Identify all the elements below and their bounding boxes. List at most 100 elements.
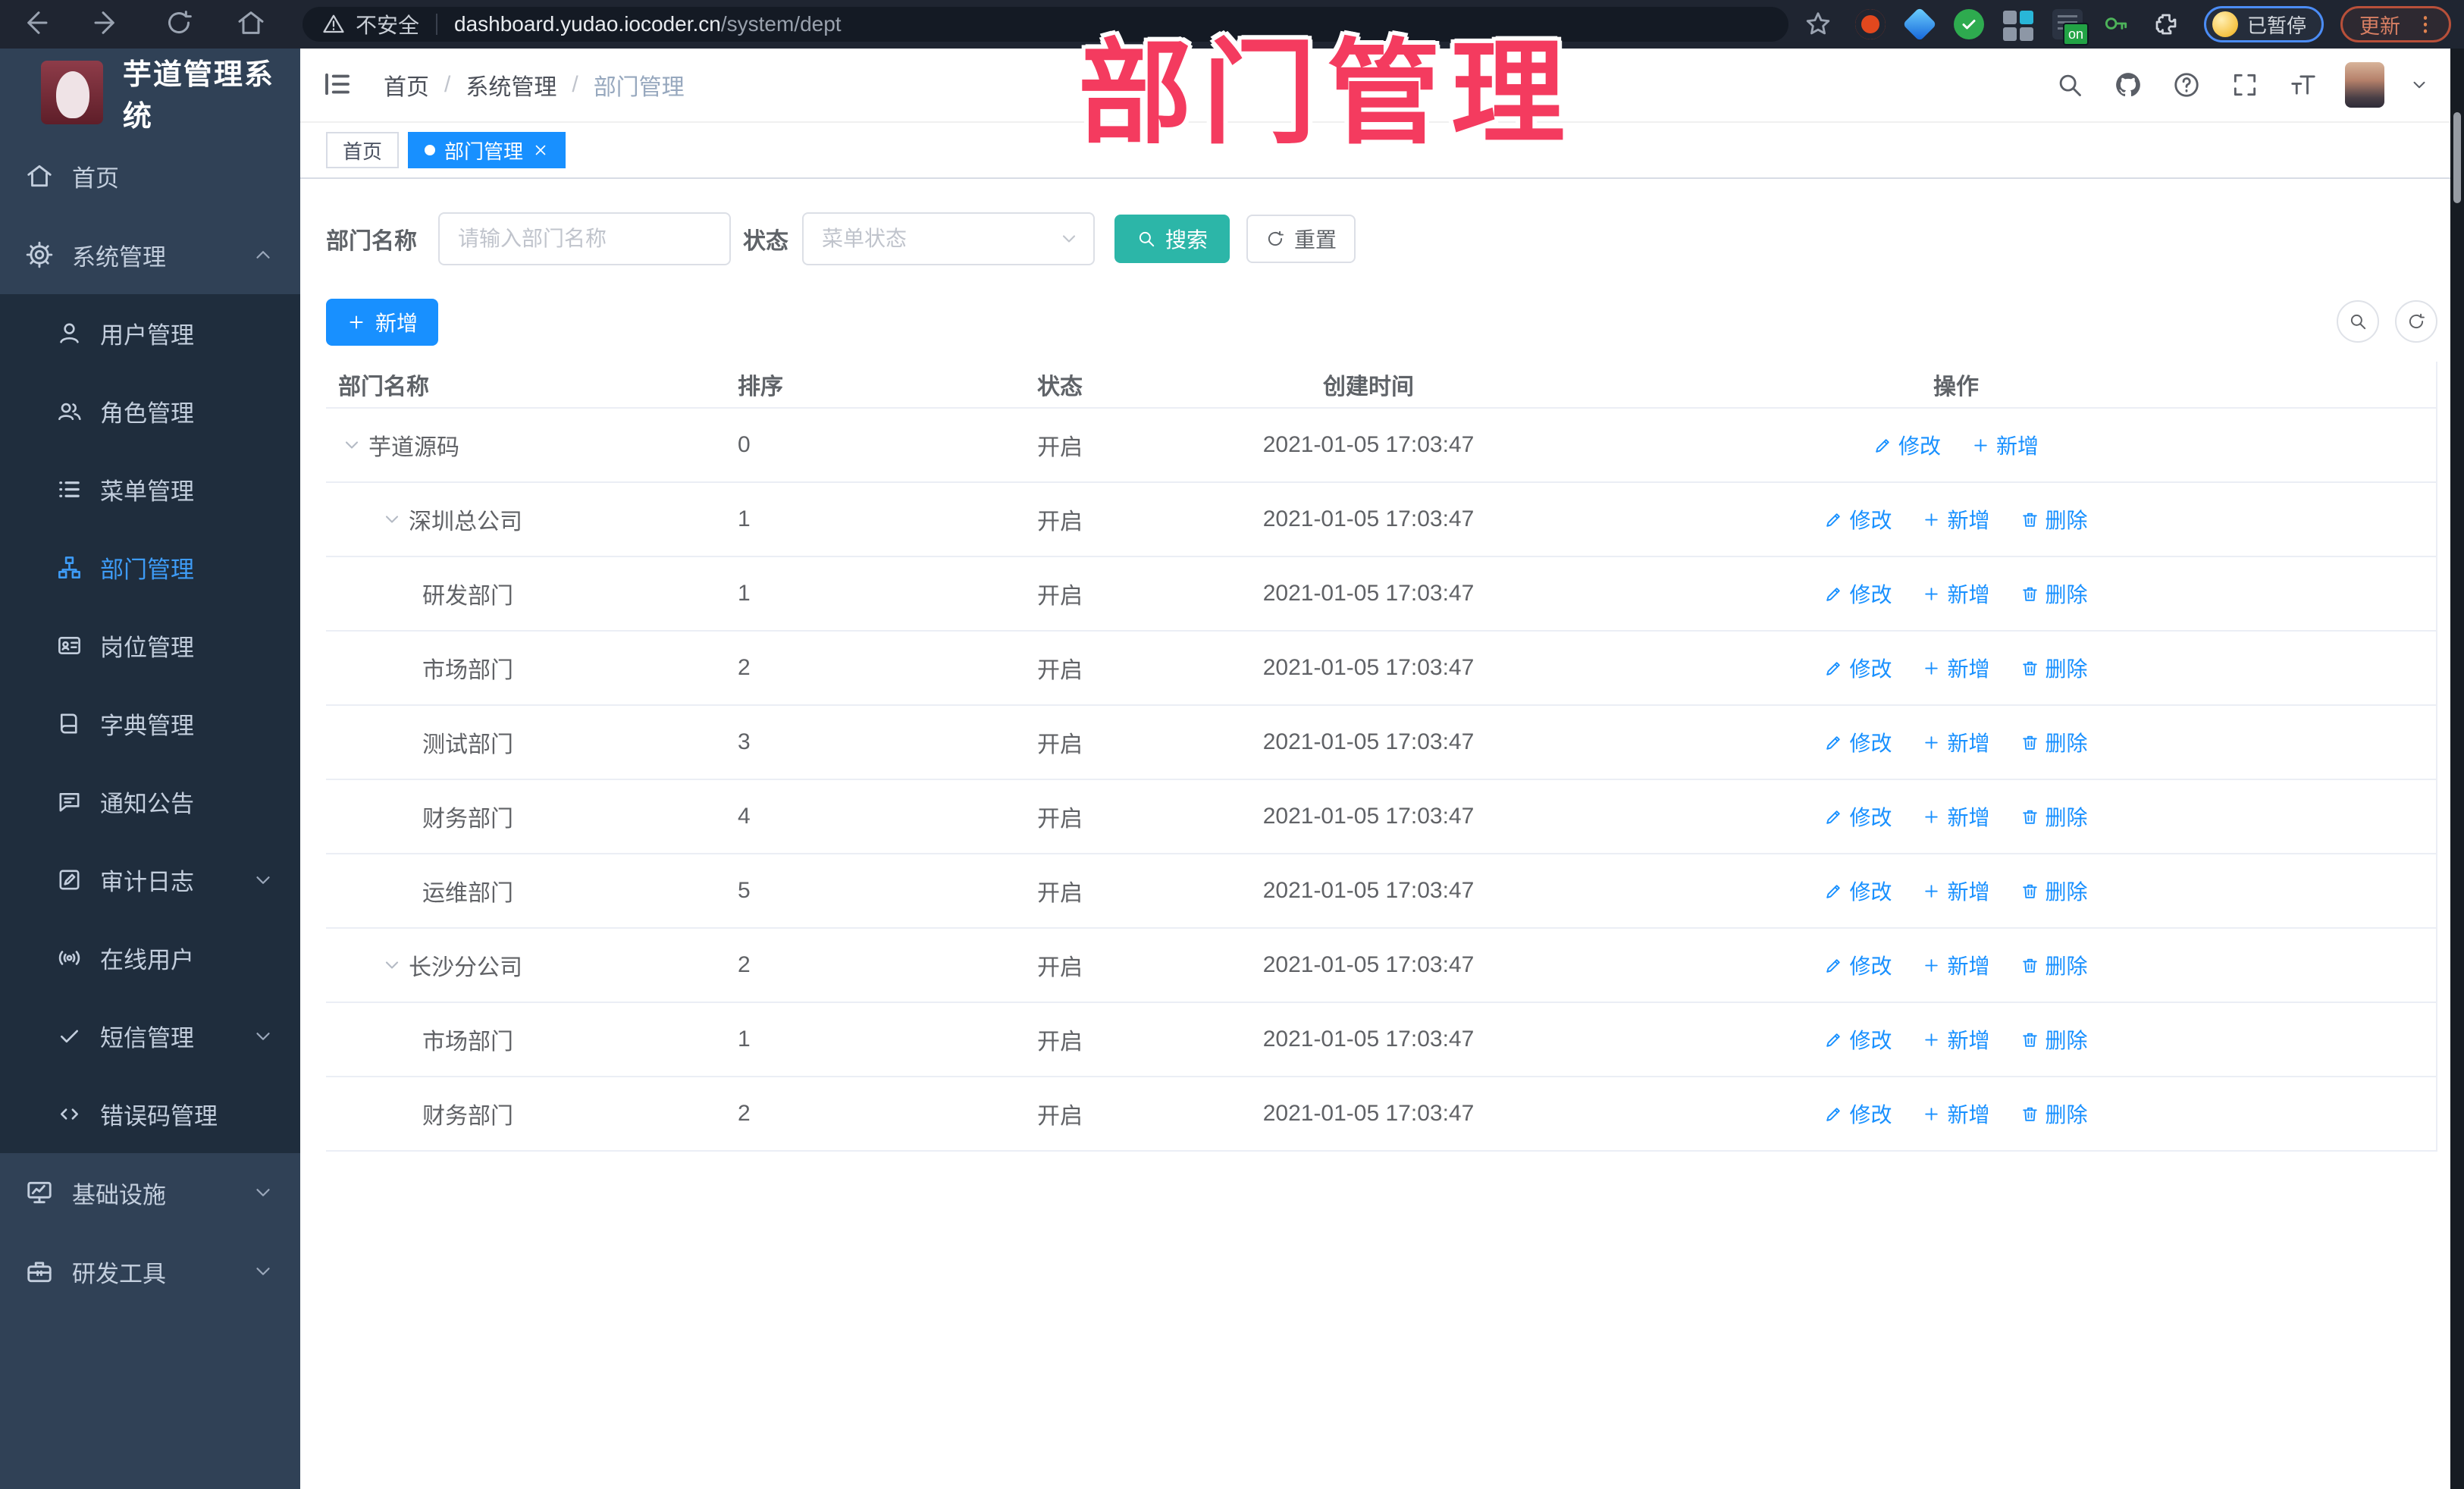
sidebar-item-系统管理[interactable]: 系统管理 — [0, 215, 300, 294]
close-icon[interactable] — [532, 142, 549, 158]
sidebar-item-错误码管理[interactable]: 错误码管理 — [0, 1075, 300, 1153]
sidebar-item-部门管理[interactable]: 部门管理 — [0, 528, 300, 607]
row-action-新增[interactable]: 新增 — [1971, 430, 2039, 460]
user-avatar[interactable] — [2345, 62, 2384, 108]
plus-icon — [1971, 436, 1990, 455]
dept-status: 开启 — [1037, 881, 1083, 906]
search-icon[interactable] — [2053, 68, 2086, 102]
sidebar-item-label: 系统管理 — [72, 243, 166, 271]
add-button[interactable]: 新增 — [326, 299, 438, 346]
sidebar-item-在线用户[interactable]: 在线用户 — [0, 919, 300, 997]
row-expand-caret-icon[interactable] — [341, 434, 362, 456]
row-action-新增[interactable]: 新增 — [1922, 1099, 1990, 1129]
fullscreen-icon[interactable] — [2228, 68, 2262, 102]
browser-back-button[interactable] — [20, 8, 53, 41]
sidebar-item-用户管理[interactable]: 用户管理 — [0, 294, 300, 372]
breadcrumb-item[interactable]: 首页 — [384, 68, 429, 102]
status-select-input[interactable] — [802, 212, 1095, 265]
row-action-修改[interactable]: 修改 — [1824, 801, 1892, 832]
row-action-修改[interactable]: 修改 — [1824, 578, 1892, 609]
browser-profile-chip[interactable]: 已暂停 — [2204, 6, 2324, 42]
font-size-icon[interactable] — [2287, 68, 2320, 102]
toolbox-icon — [25, 1257, 54, 1286]
tab-部门管理[interactable]: 部门管理 — [408, 132, 566, 168]
dept-name-label: 部门名称 — [326, 229, 417, 254]
help-icon[interactable] — [2170, 68, 2203, 102]
sidebar-item-菜单管理[interactable]: 菜单管理 — [0, 450, 300, 528]
browser-forward-button[interactable] — [92, 8, 125, 41]
security-indicator[interactable]: 不安全 — [322, 9, 419, 39]
sidebar-item-研发工具[interactable]: 研发工具 — [0, 1232, 300, 1311]
search-button[interactable]: 搜索 — [1114, 215, 1230, 263]
row-action-删除[interactable]: 删除 — [2020, 653, 2088, 683]
sidebar-fold-icon[interactable] — [321, 68, 355, 102]
plus-icon — [1922, 956, 1941, 975]
row-action-删除[interactable]: 删除 — [2020, 950, 2088, 980]
adblock-extension-icon[interactable] — [1855, 9, 1886, 39]
row-action-修改[interactable]: 修改 — [1824, 876, 1892, 906]
row-action-修改[interactable]: 修改 — [1824, 1024, 1892, 1055]
dept-name-input[interactable] — [438, 212, 731, 265]
puzzle-extensions-icon[interactable] — [2151, 9, 2181, 39]
sidebar-item-角色管理[interactable]: 角色管理 — [0, 372, 300, 450]
row-action-修改[interactable]: 修改 — [1824, 653, 1892, 683]
row-action-修改[interactable]: 修改 — [1824, 727, 1892, 757]
refresh-table-button[interactable] — [2395, 300, 2437, 343]
sidebar-item-字典管理[interactable]: 字典管理 — [0, 685, 300, 763]
gem-extension-icon[interactable] — [1902, 7, 1937, 42]
proxy-extension-icon[interactable]: on — [2052, 9, 2089, 45]
github-icon[interactable] — [2111, 68, 2145, 102]
breadcrumb-item[interactable]: 系统管理 — [466, 68, 556, 102]
sidebar-item-通知公告[interactable]: 通知公告 — [0, 763, 300, 841]
browser-home-button[interactable] — [236, 8, 269, 41]
tab-首页[interactable]: 首页 — [326, 132, 400, 168]
app-logo[interactable]: 芋道管理系统 — [0, 49, 300, 136]
sidebar-item-首页[interactable]: 首页 — [0, 136, 300, 215]
scrollbar-thumb[interactable] — [2453, 112, 2461, 203]
row-action-新增[interactable]: 新增 — [1922, 504, 1990, 534]
squares-extension-icon[interactable] — [2003, 9, 2033, 41]
user-menu-caret-icon[interactable] — [2409, 75, 2429, 95]
key-extension-icon[interactable] — [2102, 9, 2132, 39]
user-icon — [56, 320, 83, 346]
reset-button[interactable]: 重置 — [1246, 215, 1356, 263]
page-scrollbar[interactable] — [2450, 49, 2464, 1489]
browser-reload-button[interactable] — [164, 8, 197, 41]
row-action-新增[interactable]: 新增 — [1922, 578, 1990, 609]
browser-update-button[interactable]: 更新 — [2340, 6, 2452, 42]
row-action-修改[interactable]: 修改 — [1824, 1099, 1892, 1129]
row-action-修改[interactable]: 修改 — [1824, 950, 1892, 980]
bookmark-star-icon[interactable] — [1804, 10, 1832, 39]
row-action-删除[interactable]: 删除 — [2020, 504, 2088, 534]
row-action-删除[interactable]: 删除 — [2020, 1099, 2088, 1129]
search-form: 部门名称 状态 搜索 重置 — [326, 212, 2450, 265]
row-action-新增[interactable]: 新增 — [1922, 801, 1990, 832]
row-action-新增[interactable]: 新增 — [1922, 653, 1990, 683]
toggle-search-button[interactable] — [2337, 300, 2379, 343]
row-action-删除[interactable]: 删除 — [2020, 876, 2088, 906]
sidebar-item-label: 研发工具 — [72, 1260, 166, 1287]
code-icon — [56, 1101, 83, 1127]
sidebar-item-label: 部门管理 — [100, 556, 194, 583]
monitor-icon — [25, 1178, 54, 1207]
green-check-extension-icon[interactable] — [1954, 9, 1984, 39]
row-action-新增[interactable]: 新增 — [1922, 950, 1990, 980]
row-action-修改[interactable]: 修改 — [1873, 430, 1941, 460]
row-expand-caret-icon[interactable] — [381, 509, 403, 530]
row-action-删除[interactable]: 删除 — [2020, 1024, 2088, 1055]
sidebar-item-基础设施[interactable]: 基础设施 — [0, 1153, 300, 1232]
row-action-修改[interactable]: 修改 — [1824, 504, 1892, 534]
row-action-删除[interactable]: 删除 — [2020, 727, 2088, 757]
browser-menu-icon[interactable] — [2414, 13, 2437, 36]
sidebar-item-审计日志[interactable]: 审计日志 — [0, 841, 300, 919]
row-action-删除[interactable]: 删除 — [2020, 801, 2088, 832]
row-action-新增[interactable]: 新增 — [1922, 727, 1990, 757]
row-action-删除[interactable]: 删除 — [2020, 578, 2088, 609]
trash-icon — [2020, 659, 2039, 678]
row-action-新增[interactable]: 新增 — [1922, 1024, 1990, 1055]
row-expand-caret-icon[interactable] — [381, 955, 403, 976]
sidebar-item-短信管理[interactable]: 短信管理 — [0, 997, 300, 1075]
status-select[interactable] — [802, 212, 1095, 265]
row-action-新增[interactable]: 新增 — [1922, 876, 1990, 906]
sidebar-item-岗位管理[interactable]: 岗位管理 — [0, 607, 300, 685]
